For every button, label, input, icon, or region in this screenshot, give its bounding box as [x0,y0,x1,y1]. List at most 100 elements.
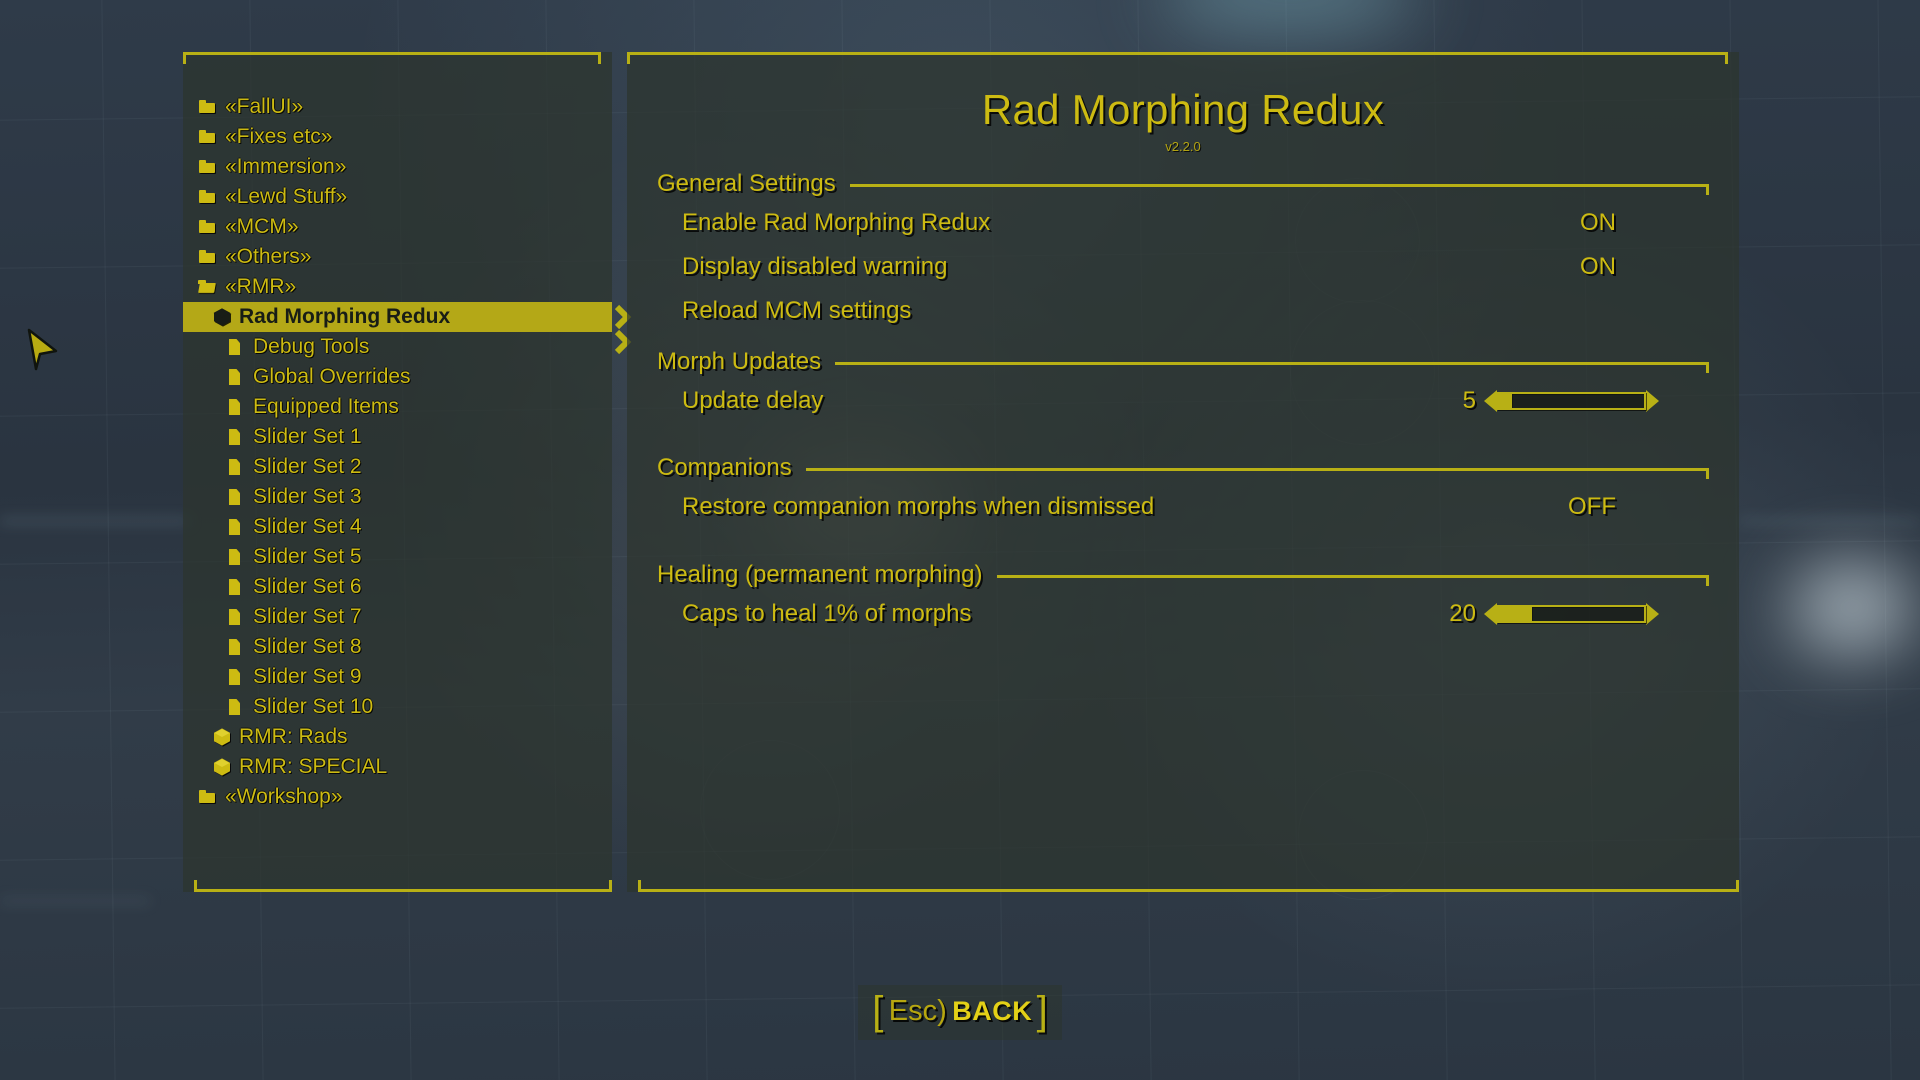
section-title: Morph Updates [657,348,822,375]
cube-icon [211,758,233,776]
page-icon [225,668,247,686]
sidebar-item-label: «Immersion» [225,155,347,178]
section-header: Healing (permanent morphing) [657,558,1709,592]
slider-value: 20 [1449,600,1476,627]
sidebar-item[interactable]: Rad Morphing Redux [183,302,632,355]
toggle-value[interactable]: ON [1580,253,1616,281]
sidebar-item[interactable]: Slider Set 3 [183,482,612,512]
sidebar-item-label: Slider Set 7 [253,605,362,628]
esc-key-hint: Esc) [888,995,947,1027]
slider-handle[interactable] [1499,394,1513,408]
setting-row[interactable]: Display disabled warning ON [657,245,1709,289]
folder-icon [197,158,219,176]
sidebar-item-label: Slider Set 1 [253,425,362,448]
page-icon [225,518,247,536]
page-icon [225,428,247,446]
sidebar-item[interactable]: Slider Set 5 [183,542,612,572]
settings-section: Companions Restore companion morphs when … [657,451,1710,529]
panel-border-bottom [638,889,1739,892]
section-header: Companions [657,451,1710,485]
mouse-cursor-icon [26,327,60,373]
folder-icon [197,128,219,146]
panel-border-top [627,52,1728,55]
sidebar-item[interactable]: Slider Set 8 [183,632,612,662]
panel-border-top [183,52,601,55]
page-icon [225,338,247,356]
sidebar-item[interactable]: RMR: Rads [183,722,612,752]
slider-control[interactable]: 20 [1449,600,1659,628]
settings-section: Morph Updates Update delay 5 [657,345,1709,423]
folder-icon [197,788,219,806]
sidebar-item-label: Slider Set 8 [253,635,362,658]
sidebar-item-label: Equipped Items [253,395,399,418]
page-icon [225,368,247,386]
sidebar-item[interactable]: RMR: SPECIAL [183,752,612,782]
sidebar-item[interactable]: Slider Set 7 [183,602,612,632]
sidebar-item[interactable]: «Immersion» [183,152,612,182]
sidebar-item[interactable]: Slider Set 9 [183,662,612,692]
setting-row[interactable]: Caps to heal 1% of morphs 20 [657,592,1709,636]
sidebar-item-label: «Fixes etc» [225,125,333,148]
panel-corner-notch [627,52,630,64]
setting-label: Enable Rad Morphing Redux [682,209,991,236]
sidebar-item[interactable]: Global Overrides [183,362,612,392]
page-icon [225,698,247,716]
sidebar-item[interactable]: Slider Set 4 [183,512,612,542]
slider-control[interactable]: 5 [1463,387,1659,415]
sidebar-item[interactable]: Slider Set 6 [183,572,612,602]
setting-label: Caps to heal 1% of morphs [682,600,972,627]
slider-decrease-arrow-icon[interactable] [1484,390,1497,412]
sidebar-item-label: «FallUI» [225,95,304,118]
background-streak [0,900,150,902]
sidebar-item[interactable]: Slider Set 2 [183,452,612,482]
toggle-value[interactable]: OFF [1568,493,1616,521]
slider-track-group[interactable] [1484,603,1659,625]
cube-icon [211,308,233,326]
mod-list: «FallUI» «Fixes etc» «Immersion» «Lewd Stuf… [183,92,632,812]
sidebar-item[interactable]: Debug Tools [183,332,612,362]
setting-row[interactable]: Update delay 5 [657,379,1709,423]
sidebar-item-label: Rad Morphing Redux [239,305,451,328]
page-title: Rad Morphing Redux [981,86,1385,133]
sidebar-item[interactable]: Slider Set 1 [183,422,612,452]
section-divider [996,574,1709,586]
setting-row[interactable]: Enable Rad Morphing Redux ON [657,201,1709,245]
sidebar-item[interactable]: Equipped Items [183,392,612,422]
back-label: BACK [952,996,1033,1026]
sidebar-item-label: «Others» [225,245,312,268]
folder-icon [197,98,219,116]
sidebar-item-label: Slider Set 4 [253,515,362,538]
toggle-value[interactable]: ON [1580,209,1616,237]
sidebar-item[interactable]: «Workshop» [183,782,612,812]
sidebar-item[interactable]: Slider Set 10 [183,692,612,722]
background-streak [0,520,190,522]
sidebar-item-label: Global Overrides [253,365,411,388]
sidebar-item-label: «Lewd Stuff» [225,185,348,208]
sidebar-item[interactable]: «Lewd Stuff» [183,182,612,212]
sidebar-item-label: Slider Set 2 [253,455,362,478]
sidebar-item[interactable]: «Fixes etc» [183,122,612,152]
settings-section: General Settings Enable Rad Morphing Redu… [657,167,1710,333]
sidebar-item[interactable]: «MCM» [183,212,612,242]
sidebar-item[interactable]: «Others» [183,242,612,272]
sidebar-item[interactable]: «FallUI» [183,92,612,122]
slider-increase-arrow-icon[interactable] [1646,603,1659,625]
slider-track[interactable] [1497,392,1646,410]
slider-track[interactable] [1497,605,1646,623]
page-icon [225,608,247,626]
folder-open-icon [197,278,219,296]
slider-value: 5 [1462,387,1476,414]
mod-list-panel: «FallUI» «Fixes etc» «Immersion» «Lewd Stuf… [183,52,632,892]
back-control[interactable]: [ Esc) BACK ] [0,985,1920,1040]
slider-increase-arrow-icon[interactable] [1646,390,1659,412]
sidebar-item-label: Debug Tools [253,335,370,358]
slider-track-group[interactable] [1484,390,1659,412]
setting-row[interactable]: Reload MCM settings [657,289,1709,333]
slider-handle[interactable] [1499,607,1533,621]
section-title: Healing (permanent morphing) [657,561,983,588]
sidebar-item-label: Slider Set 10 [253,695,374,718]
sidebar-item[interactable]: «RMR» [183,272,612,302]
setting-row[interactable]: Restore companion morphs when dismissed O… [657,485,1709,529]
bracket-left: [ [872,989,884,1033]
slider-decrease-arrow-icon[interactable] [1484,603,1497,625]
